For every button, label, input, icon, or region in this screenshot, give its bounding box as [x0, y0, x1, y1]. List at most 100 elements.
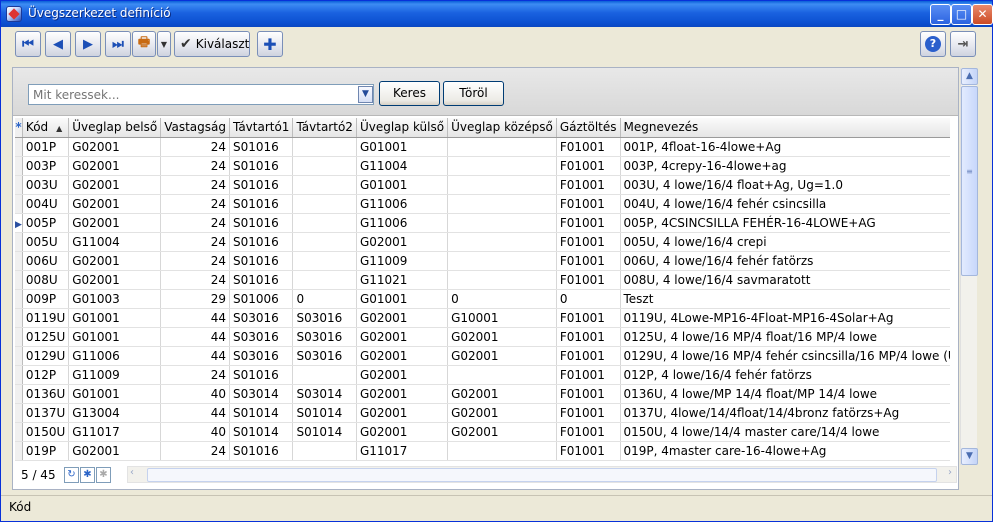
table-cell[interactable]: [447, 365, 557, 385]
prev-record-button[interactable]: ◀: [45, 31, 71, 57]
table-cell[interactable]: 005U: [22, 232, 70, 252]
table-cell[interactable]: [292, 194, 357, 214]
table-cell[interactable]: 003U, 4 lowe/16/4 float+Ag, Ug=1.0: [620, 175, 950, 195]
table-row[interactable]: 001P G02001 24 S01016 G01001 F01001 001P, 4flo…: [15, 137, 950, 157]
table-cell[interactable]: S03014: [292, 384, 357, 404]
scroll-right-icon[interactable]: ›: [948, 467, 952, 478]
table-cell[interactable]: S01016: [229, 232, 294, 252]
table-cell[interactable]: 44: [160, 346, 230, 366]
refresh-button[interactable]: ↻: [64, 467, 79, 483]
table-cell[interactable]: [447, 156, 557, 176]
table-cell[interactable]: [447, 213, 557, 233]
table-cell[interactable]: [292, 213, 357, 233]
horizontal-scrollbar[interactable]: ‹ ›: [127, 466, 957, 483]
table-cell[interactable]: G02001: [356, 384, 449, 404]
last-record-button[interactable]: ⏭: [105, 31, 131, 57]
table-cell[interactable]: G11009: [356, 251, 449, 271]
table-cell[interactable]: F01001: [556, 137, 621, 157]
table-row[interactable]: 023UG1100644S01014S01014G02001G02001F010…: [15, 460, 950, 461]
table-cell[interactable]: G01001: [68, 327, 162, 347]
row-indicator[interactable]: [15, 365, 23, 385]
table-cell[interactable]: 0129U: [22, 346, 70, 366]
table-cell[interactable]: S03014: [229, 384, 294, 404]
table-cell[interactable]: G02001: [68, 441, 162, 461]
table-cell[interactable]: 0137U, 4lowe/14/4float/14/4bronz fatörzs…: [620, 403, 950, 423]
column-header-uveglap-belso[interactable]: Üveglap belső: [68, 118, 162, 138]
table-cell[interactable]: S03016: [229, 327, 294, 347]
table-row[interactable]: 0125U G01001 44 S03016 S03016 G02001 G02001 F01…: [15, 327, 950, 347]
table-cell[interactable]: G02001: [68, 137, 162, 157]
search-button[interactable]: Keres: [379, 81, 440, 106]
table-cell[interactable]: G11021: [356, 270, 449, 290]
column-header-uveglap-kozepso[interactable]: Üveglap középső: [447, 118, 557, 138]
help-button[interactable]: ?: [920, 31, 946, 57]
table-cell[interactable]: S01014: [229, 403, 294, 423]
table-row[interactable]: 019P G02001 24 S01016 G11017 F01001 019P, 4mas…: [15, 441, 950, 461]
row-indicator[interactable]: [15, 460, 23, 461]
table-cell[interactable]: 008U, 4 lowe/16/4 savmaratott: [620, 270, 950, 290]
row-indicator[interactable]: [15, 289, 23, 309]
scroll-down-button[interactable]: ▼: [961, 448, 978, 465]
table-cell[interactable]: G11006: [356, 213, 449, 233]
row-indicator[interactable]: [15, 441, 23, 461]
table-cell[interactable]: G02001: [356, 308, 449, 328]
table-cell[interactable]: S01016: [229, 441, 294, 461]
table-cell[interactable]: [447, 251, 557, 271]
table-cell[interactable]: F01001: [556, 175, 621, 195]
table-cell[interactable]: 0125U: [22, 327, 70, 347]
table-cell[interactable]: 005U, 4 lowe/16/4 crepi: [620, 232, 950, 252]
table-cell[interactable]: [292, 365, 357, 385]
table-cell[interactable]: F01001: [556, 422, 621, 442]
row-indicator[interactable]: ▶: [15, 213, 23, 233]
table-cell[interactable]: G02001: [447, 346, 557, 366]
table-cell[interactable]: S01016: [229, 251, 294, 271]
table-cell[interactable]: G11006: [68, 460, 162, 461]
table-row[interactable]: 003U G02001 24 S01016 G01001 F01001 003U, 4 lo…: [15, 175, 950, 195]
table-cell[interactable]: Teszt: [620, 289, 950, 309]
close-button[interactable]: ✕: [972, 4, 993, 25]
table-cell[interactable]: 24: [160, 251, 230, 271]
table-row[interactable]: 009P G01003 29 S01006 0 G01001 0 0 Teszt: [15, 289, 950, 309]
table-cell[interactable]: S01016: [229, 213, 294, 233]
new-record-footer-button[interactable]: ✱: [80, 467, 95, 483]
row-indicator[interactable]: [15, 232, 23, 252]
table-cell[interactable]: 40: [160, 384, 230, 404]
table-cell[interactable]: 0119U: [22, 308, 70, 328]
table-cell[interactable]: 0136U, 4 lowe/MP 14/4 float/MP 14/4 lowe: [620, 384, 950, 404]
table-cell[interactable]: [292, 251, 357, 271]
table-cell[interactable]: 44: [160, 460, 230, 461]
minimize-button[interactable]: _: [930, 4, 951, 25]
table-cell[interactable]: 29: [160, 289, 230, 309]
table-cell[interactable]: 24: [160, 270, 230, 290]
table-cell[interactable]: G01001: [356, 289, 449, 309]
row-indicator[interactable]: [15, 270, 23, 290]
table-cell[interactable]: 24: [160, 175, 230, 195]
column-header-kod[interactable]: Kód ▲: [22, 118, 70, 138]
table-cell[interactable]: 012P, 4 lowe/16/4 fehér fatörzs: [620, 365, 950, 385]
table-cell[interactable]: 008U: [22, 270, 70, 290]
maximize-button[interactable]: □: [951, 4, 972, 25]
table-cell[interactable]: G02001: [447, 460, 557, 461]
table-cell[interactable]: [447, 194, 557, 214]
table-cell[interactable]: 004U: [22, 194, 70, 214]
table-cell[interactable]: G11006: [356, 194, 449, 214]
table-cell[interactable]: 003P: [22, 156, 70, 176]
table-cell[interactable]: 005P: [22, 213, 70, 233]
table-cell[interactable]: 24: [160, 156, 230, 176]
row-indicator[interactable]: [15, 137, 23, 157]
search-dropdown-button[interactable]: ▼: [358, 86, 373, 103]
table-cell[interactable]: S03016: [229, 346, 294, 366]
table-row[interactable]: 008U G02001 24 S01016 G11021 F01001 008U, 4 lo…: [15, 270, 950, 290]
table-cell[interactable]: [292, 156, 357, 176]
table-cell[interactable]: G02001: [356, 422, 449, 442]
table-cell[interactable]: S01016: [229, 175, 294, 195]
table-row[interactable]: 003P G02001 24 S01016 G11004 F01001 003P, 4cre…: [15, 156, 950, 176]
table-cell[interactable]: G11017: [68, 422, 162, 442]
table-cell[interactable]: [292, 175, 357, 195]
row-indicator[interactable]: [15, 384, 23, 404]
table-cell[interactable]: F01001: [556, 270, 621, 290]
row-indicator[interactable]: [15, 327, 23, 347]
table-cell[interactable]: G02001: [68, 156, 162, 176]
table-cell[interactable]: G11006: [68, 346, 162, 366]
column-header-vastagsag[interactable]: Vastagság: [160, 118, 230, 138]
